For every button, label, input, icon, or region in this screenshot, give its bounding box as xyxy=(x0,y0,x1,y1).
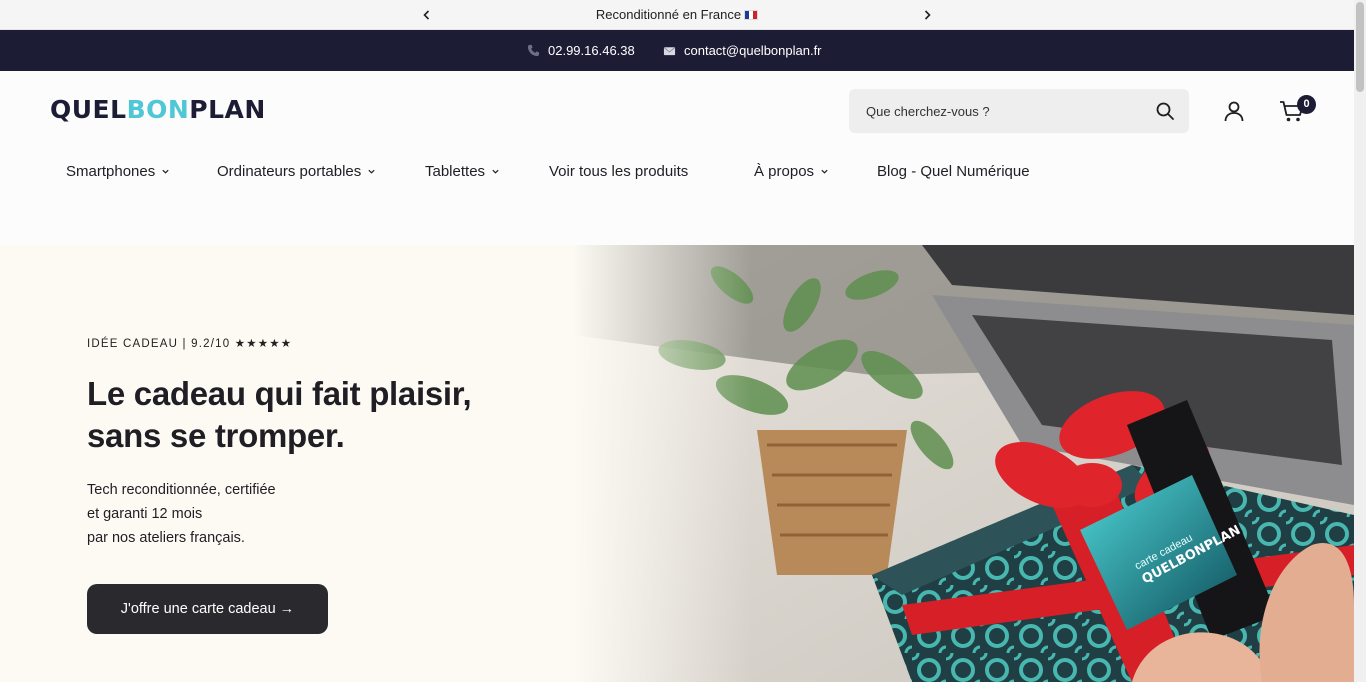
chevron-right-icon[interactable] xyxy=(919,7,935,23)
nav-item-blog[interactable]: Blog - Quel Numérique xyxy=(877,159,1030,183)
hero-description-line-2: et garanti 12 mois xyxy=(87,506,203,522)
hero-headline-line-2: sans se tromper. xyxy=(87,417,345,454)
nav-item-label: Voir tous les produits xyxy=(549,162,689,180)
hero-headline: Le cadeau qui fait plaisir, sans se trom… xyxy=(87,373,507,457)
scrollbar-thumb[interactable] xyxy=(1356,2,1364,92)
hero-headline-line-1: Le cadeau qui fait plaisir, xyxy=(87,375,472,412)
cart-count-badge: 0 xyxy=(1297,95,1316,114)
logo-part-1: QUEL xyxy=(50,95,127,124)
hero-banner: carte cadeau QUELBONPLAN IDÉE CADEAU | 9… xyxy=(0,245,1354,682)
logo[interactable]: QUELBONPLAN xyxy=(50,95,266,125)
logo-part-2: BON xyxy=(126,95,190,124)
main-nav: Smartphones Ordinateurs portables Tablet… xyxy=(0,159,1354,183)
nav-item-label: Blog - Quel Numérique xyxy=(877,162,1030,180)
chevron-down-icon xyxy=(492,169,499,174)
phone-link[interactable]: 02.99.16.46.38 xyxy=(527,30,635,71)
chevron-left-icon[interactable] xyxy=(419,7,435,23)
nav-item-a-propos[interactable]: À propos xyxy=(754,159,829,183)
search-bar xyxy=(849,89,1189,133)
nav-item-label: Smartphones xyxy=(66,162,156,180)
gift-card-cta-button[interactable]: J'offre une carte cadeau → xyxy=(87,584,328,634)
contact-bar: 02.99.16.46.38 contact@quelbonplan.fr xyxy=(0,30,1354,71)
chevron-down-icon xyxy=(162,169,169,174)
nav-item-label: À propos xyxy=(754,162,815,180)
chevron-down-icon xyxy=(821,169,828,174)
hero-description: Tech reconditionnée, certifiée et garant… xyxy=(87,478,387,550)
hero-eyebrow: IDÉE CADEAU | 9.2/10 ★★★★★ xyxy=(87,338,293,350)
hero-image-fade xyxy=(572,245,752,682)
nav-item-tablettes[interactable]: Tablettes xyxy=(425,159,500,183)
page-scrollbar[interactable] xyxy=(1354,0,1366,682)
site-header: QUELBONPLAN 0 Smartphones Ordinateurs po… xyxy=(0,71,1354,245)
chevron-down-icon xyxy=(368,169,375,174)
announcement-bar: Reconditionné en France xyxy=(0,0,1354,30)
nav-item-smartphones[interactable]: Smartphones xyxy=(66,159,170,183)
hero-description-line-3: par nos ateliers français. xyxy=(87,530,245,546)
hero-description-line-1: Tech reconditionnée, certifiée xyxy=(87,482,276,498)
nav-item-ordinateurs-portables[interactable]: Ordinateurs portables xyxy=(217,159,376,183)
email-link[interactable]: contact@quelbonplan.fr xyxy=(663,30,822,71)
search-icon[interactable] xyxy=(1155,101,1175,121)
announcement-message: Reconditionné en France xyxy=(450,0,904,30)
announcement-text: Reconditionné en France xyxy=(595,7,742,22)
account-icon[interactable] xyxy=(1222,99,1246,123)
mail-icon xyxy=(663,44,676,57)
nav-item-voir-tous-les-produits[interactable]: Voir tous les produits xyxy=(549,159,688,183)
logo-part-3: PLAN xyxy=(189,95,266,124)
email-address: contact@quelbonplan.fr xyxy=(684,43,822,58)
nav-item-label: Tablettes xyxy=(425,162,486,180)
phone-number: 02.99.16.46.38 xyxy=(548,43,635,58)
phone-icon xyxy=(527,44,540,57)
nav-item-label: Ordinateurs portables xyxy=(217,162,362,180)
search-input[interactable] xyxy=(849,89,1139,133)
france-flag-icon xyxy=(744,10,759,20)
